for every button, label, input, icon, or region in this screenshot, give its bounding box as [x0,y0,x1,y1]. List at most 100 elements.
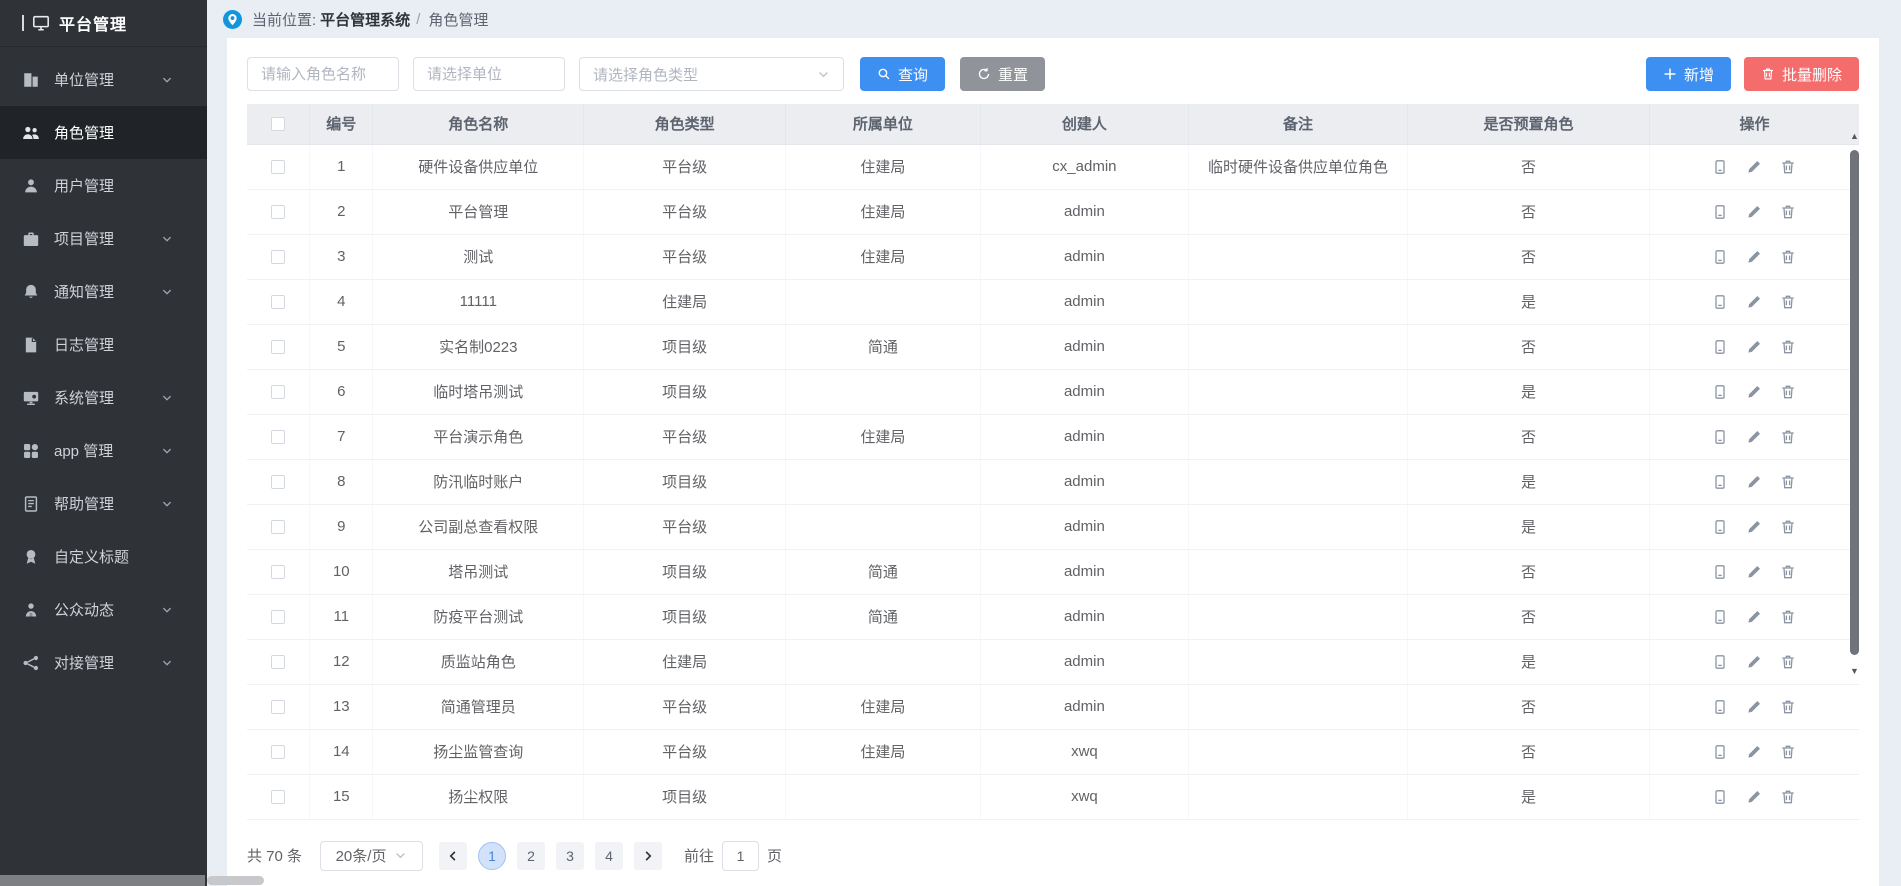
cell-role-type: 项目级 [584,774,786,819]
delete-icon[interactable] [1780,519,1796,535]
detail-icon[interactable] [1712,744,1728,760]
edit-icon[interactable] [1746,564,1762,580]
detail-icon[interactable] [1712,249,1728,265]
delete-icon[interactable] [1780,339,1796,355]
row-checkbox[interactable] [271,295,285,309]
breadcrumb-root[interactable]: 平台管理系统 [320,9,410,30]
detail-icon[interactable] [1712,789,1728,805]
edit-icon[interactable] [1746,744,1762,760]
vertical-scrollbar[interactable]: ▲ ▼ [1848,130,1861,695]
sidebar-item-help[interactable]: 帮助管理 [0,477,207,530]
edit-icon[interactable] [1746,339,1762,355]
delete-icon[interactable] [1780,159,1796,175]
row-checkbox[interactable] [271,205,285,219]
sidebar-item-project[interactable]: 项目管理 [0,212,207,265]
add-button[interactable]: 新增 [1646,57,1731,91]
row-checkbox[interactable] [271,655,285,669]
detail-icon[interactable] [1712,159,1728,175]
breadcrumb-current: 角色管理 [428,9,488,30]
edit-icon[interactable] [1746,204,1762,220]
unit-select[interactable] [413,57,565,91]
sidebar-item-user[interactable]: 用户管理 [0,159,207,212]
edit-icon[interactable] [1746,609,1762,625]
sidebar-item-app[interactable]: app 管理 [0,424,207,477]
batch-delete-button[interactable]: 批量删除 [1744,57,1859,91]
row-checkbox[interactable] [271,385,285,399]
edit-icon[interactable] [1746,474,1762,490]
delete-icon[interactable] [1780,474,1796,490]
detail-icon[interactable] [1712,564,1728,580]
scroll-up-icon[interactable]: ▲ [1850,130,1859,142]
detail-icon[interactable] [1712,429,1728,445]
edit-icon[interactable] [1746,699,1762,715]
delete-icon[interactable] [1780,699,1796,715]
reset-button[interactable]: 重置 [960,57,1045,91]
delete-icon[interactable] [1780,294,1796,310]
delete-icon[interactable] [1780,384,1796,400]
row-checkbox[interactable] [271,340,285,354]
sidebar-item-role[interactable]: 角色管理 [0,106,207,159]
scroll-down-icon[interactable]: ▼ [1850,665,1859,677]
delete-icon[interactable] [1780,249,1796,265]
row-checkbox[interactable] [271,475,285,489]
page-button-1[interactable]: 1 [478,842,506,870]
edit-icon[interactable] [1746,159,1762,175]
edit-icon[interactable] [1746,384,1762,400]
sidebar-item-public[interactable]: 公众动态 [0,583,207,636]
delete-icon[interactable] [1780,609,1796,625]
row-checkbox[interactable] [271,700,285,714]
sidebar-item-integration[interactable]: 对接管理 [0,636,207,689]
row-checkbox[interactable] [271,250,285,264]
edit-icon[interactable] [1746,519,1762,535]
page-button-2[interactable]: 2 [517,842,545,870]
detail-icon[interactable] [1712,699,1728,715]
scrollbar-thumb[interactable] [1850,150,1859,655]
row-checkbox[interactable] [271,520,285,534]
horizontal-scrollbar-thumb[interactable] [0,875,205,886]
table-row: 6临时塔吊测试项目级admin是 [247,369,1859,414]
delete-icon[interactable] [1780,789,1796,805]
prev-page-button[interactable] [439,842,467,870]
row-checkbox[interactable] [271,790,285,804]
detail-icon[interactable] [1712,474,1728,490]
delete-icon[interactable] [1780,204,1796,220]
row-checkbox[interactable] [271,430,285,444]
delete-icon[interactable] [1780,744,1796,760]
detail-icon[interactable] [1712,339,1728,355]
detail-icon[interactable] [1712,519,1728,535]
edit-icon[interactable] [1746,654,1762,670]
cell-actions [1649,459,1859,504]
edit-icon[interactable] [1746,249,1762,265]
detail-icon[interactable] [1712,384,1728,400]
sidebar-item-log[interactable]: 日志管理 [0,318,207,371]
row-checkbox[interactable] [271,610,285,624]
next-page-button[interactable] [634,842,662,870]
goto-page-input[interactable] [722,841,759,871]
role-name-input[interactable] [247,57,399,91]
cell-unit: 简通 [785,594,980,639]
edit-icon[interactable] [1746,789,1762,805]
sidebar-item-notice[interactable]: 通知管理 [0,265,207,318]
page-button-3[interactable]: 3 [556,842,584,870]
sidebar-item-custom-title[interactable]: 自定义标题 [0,530,207,583]
query-button[interactable]: 查询 [860,57,945,91]
page-size-select[interactable]: 20条/页 [320,841,423,871]
sidebar-item-system[interactable]: 系统管理 [0,371,207,424]
sidebar-item-unit[interactable]: 单位管理 [0,53,207,106]
horizontal-scrollbar[interactable] [0,875,300,886]
row-checkbox[interactable] [271,565,285,579]
row-checkbox[interactable] [271,160,285,174]
row-checkbox[interactable] [271,745,285,759]
role-type-select[interactable]: 请选择角色类型 [579,57,844,91]
edit-icon[interactable] [1746,294,1762,310]
delete-icon[interactable] [1780,564,1796,580]
detail-icon[interactable] [1712,204,1728,220]
detail-icon[interactable] [1712,609,1728,625]
detail-icon[interactable] [1712,654,1728,670]
page-button-4[interactable]: 4 [595,842,623,870]
delete-icon[interactable] [1780,429,1796,445]
select-all-checkbox[interactable] [271,117,285,131]
delete-icon[interactable] [1780,654,1796,670]
detail-icon[interactable] [1712,294,1728,310]
edit-icon[interactable] [1746,429,1762,445]
